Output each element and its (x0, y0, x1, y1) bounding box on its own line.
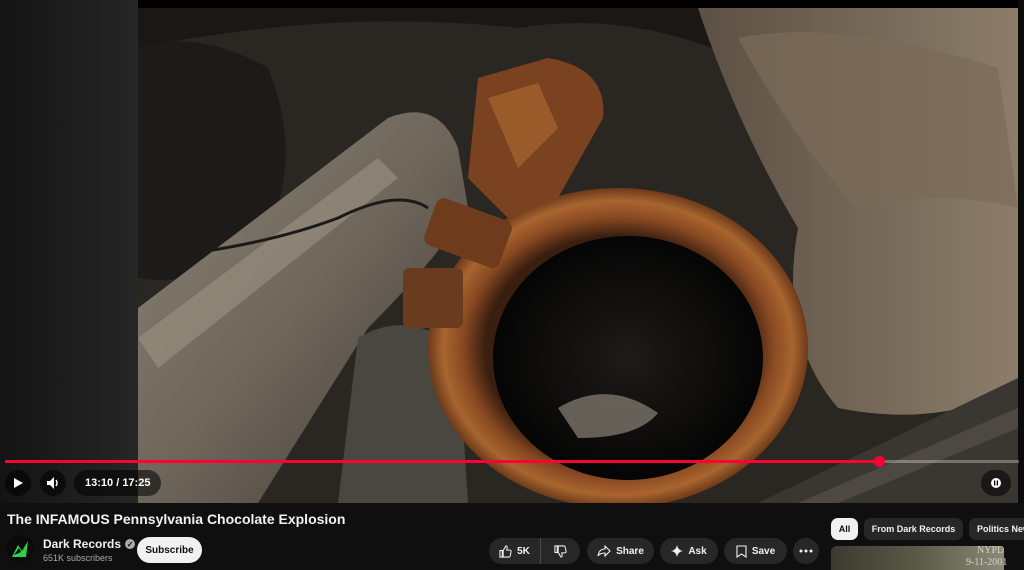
dislike-button[interactable] (541, 538, 580, 564)
pause-icon (991, 478, 1001, 488)
ask-label: Ask (688, 545, 707, 557)
subscribe-button[interactable]: Subscribe (137, 537, 202, 563)
channel-logo (12, 541, 28, 557)
volume-icon (47, 477, 58, 489)
player-letterbox-left (0, 0, 138, 503)
player-letterbox-right (1018, 0, 1024, 503)
miniplayer-toggle[interactable] (981, 470, 1011, 496)
time-separator: / (113, 477, 123, 489)
play-button[interactable] (5, 470, 31, 496)
save-button[interactable]: Save (724, 538, 787, 564)
subscriber-count: 651K subscribers (43, 553, 113, 563)
current-time: 13:10 (85, 477, 114, 489)
thumbnail-caption-2: 9-11-2001 (966, 557, 1008, 568)
channel-name[interactable]: Dark Records ✓ (43, 537, 136, 551)
progress-played (5, 460, 880, 463)
like-dislike-group: 5K (489, 538, 580, 564)
duration: 17:25 (122, 477, 151, 489)
save-icon (736, 544, 747, 558)
more-actions-button[interactable] (793, 538, 819, 564)
like-count: 5K (517, 545, 530, 557)
like-button[interactable]: 5K (489, 538, 541, 564)
time-display: 13:10 / 17:25 (74, 470, 162, 496)
play-icon (14, 478, 23, 488)
thumbs-up-icon (499, 544, 512, 558)
video-frame[interactable] (138, 8, 1018, 503)
sparkle-icon (671, 545, 684, 557)
thumbnail-caption-1: NYPD (977, 545, 1005, 556)
mute-button[interactable] (40, 470, 66, 496)
video-frame-image (138, 8, 1018, 503)
save-label: Save (751, 545, 776, 557)
share-button[interactable]: Share (587, 538, 654, 564)
verified-icon: ✓ (125, 539, 136, 549)
progress-bar[interactable] (5, 460, 1019, 463)
share-label: Share (616, 545, 644, 557)
chip-from-channel[interactable]: From Dark Records (864, 518, 963, 540)
thumbs-down-icon (554, 544, 567, 558)
chip-all[interactable]: All (831, 518, 858, 540)
ask-button[interactable]: Ask (660, 538, 718, 564)
video-title: The INFAMOUS Pennsylvania Chocolate Expl… (7, 511, 346, 527)
video-player[interactable]: 13:10 / 17:25 (0, 0, 1024, 503)
channel-avatar[interactable] (6, 535, 34, 563)
progress-scrubber[interactable] (874, 456, 886, 467)
channel-name-text: Dark Records (43, 537, 122, 551)
share-icon (597, 545, 611, 557)
more-icon (799, 549, 813, 553)
chip-politics-news[interactable]: Politics News (969, 518, 1024, 540)
